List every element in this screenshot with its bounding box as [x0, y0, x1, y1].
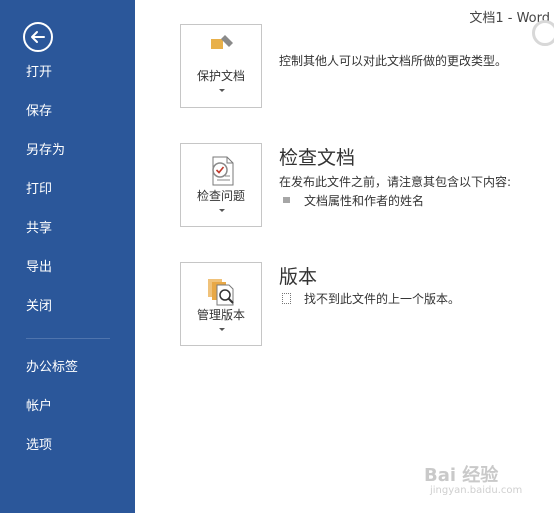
watermark-url: jingyan.baidu.com [430, 485, 523, 496]
inspect-document-icon [212, 156, 234, 186]
sidebar-item-export[interactable]: 导出 [26, 260, 52, 276]
user-account-icon [532, 20, 554, 46]
manage-versions-button[interactable]: 管理版本 [180, 262, 262, 346]
dropdown-caret-icon [219, 209, 225, 212]
inspect-item: 文档属性和作者的姓名 [304, 194, 425, 208]
versions-description: 找不到此文件的上一个版本。 [304, 292, 461, 306]
baidu-watermark: Bai 经验 jingyan.baidu.com [424, 461, 550, 501]
versions-icon [208, 279, 234, 306]
check-for-issues-label: 检查问题 [196, 189, 245, 203]
sidebar-item-save-as[interactable]: 另存为 [26, 143, 65, 159]
protect-document-description: 控制其他人可以对此文档所做的更改类型。 [279, 54, 508, 68]
protect-document-button[interactable]: 保护文档 [180, 24, 262, 108]
dropdown-caret-icon [219, 328, 225, 331]
lock-key-icon [211, 35, 233, 49]
back-arrow-icon [31, 31, 45, 43]
sidebar-item-options[interactable]: 选项 [26, 438, 52, 454]
sidebar-item-open[interactable]: 打开 [26, 65, 52, 81]
inspect-document-description: 在发布此文件之前，请注意其包含以下内容: [279, 175, 512, 189]
sidebar-item-print[interactable]: 打印 [26, 182, 52, 198]
bullet-icon [283, 197, 290, 203]
watermark-brand: Bai 经验 [424, 465, 499, 486]
sidebar-item-close[interactable]: 关闭 [26, 299, 52, 315]
manage-versions-label: 管理版本 [196, 308, 245, 322]
inspect-document-title: 检查文档 [279, 147, 356, 169]
document-icon [282, 293, 291, 304]
sidebar-item-office-tab[interactable]: 办公标签 [26, 360, 78, 376]
sidebar-divider [26, 338, 110, 339]
sidebar-item-share[interactable]: 共享 [26, 221, 52, 237]
check-for-issues-button[interactable]: 检查问题 [180, 143, 262, 227]
protect-document-label: 保护文档 [196, 69, 245, 83]
sidebar-item-save[interactable]: 保存 [26, 104, 52, 120]
versions-title: 版本 [279, 266, 318, 288]
back-button[interactable] [23, 22, 53, 52]
backstage-sidebar: 打开 保存 另存为 打印 共享 导出 关闭 办公标签 帐户 选项 [0, 0, 135, 513]
sidebar-item-account[interactable]: 帐户 [26, 399, 52, 415]
dropdown-caret-icon [219, 89, 225, 92]
